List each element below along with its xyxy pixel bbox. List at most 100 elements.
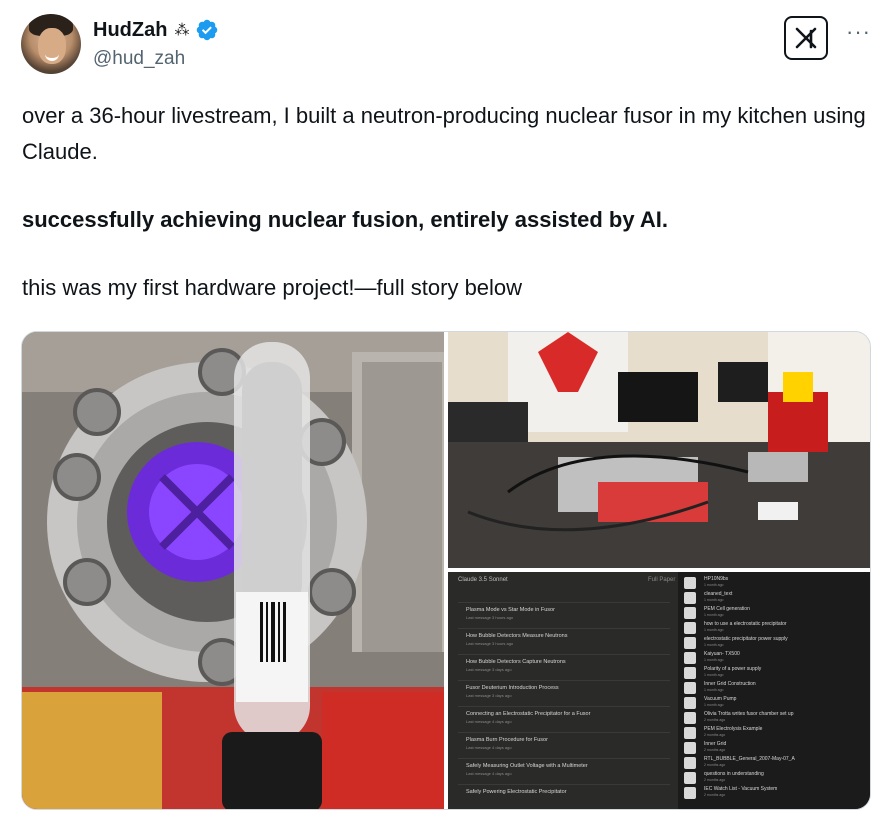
workbench-illustration — [448, 332, 870, 568]
chat-list-item: How Bubble Detectors Measure Neutrons La… — [458, 628, 670, 649]
file-item-subtitle: 1 month ago — [704, 598, 724, 602]
chat-item-subtitle: Last message 4 days ago — [466, 719, 512, 724]
tweet-card: HudZah ⁂ @hud_zah ··· over a 36-hour liv… — [0, 0, 894, 836]
tweet-text-bold-line: successfully achieving nuclear fusion, e… — [22, 207, 668, 232]
media-grid: Claude 3.5 Sonnet Full Paper Plasma Mode… — [21, 331, 871, 810]
chat-item-title: Plasma Burn Procedure for Fusor — [466, 737, 548, 743]
document-icon — [684, 607, 696, 619]
file-list-item: Inner Grid Construction 1 month ago — [684, 681, 864, 695]
file-item-title: cleaned_text — [704, 591, 733, 597]
file-item-subtitle: 2 months ago — [704, 733, 726, 737]
file-list-item: questions in understanding 2 months ago — [684, 771, 864, 785]
file-list-item: PEM Cell generation 1 month ago — [684, 606, 864, 620]
file-list-item: cleaned_text 1 month ago — [684, 591, 864, 605]
file-list-item: HP10N9bs 1 month ago — [684, 576, 864, 590]
document-icon — [684, 772, 696, 784]
file-item-subtitle: 1 month ago — [704, 628, 724, 632]
tweet-text-line: this was my first hardware project!—full… — [22, 275, 523, 300]
file-item-title: IEC Watch List - Vacuum System — [704, 786, 778, 792]
file-item-subtitle: 2 months ago — [704, 793, 726, 797]
grok-button[interactable] — [784, 16, 828, 60]
file-item-title: RTL_BUBBLE_General_2007-May-07_A — [704, 756, 795, 762]
file-list-item: Olivia Trotta writes fusor chamber set u… — [684, 711, 864, 725]
chat-item-title: Plasma Mode vs Star Mode in Fusor — [466, 607, 555, 613]
file-item-title: Olivia Trotta writes fusor chamber set u… — [704, 711, 794, 717]
chat-list-item: How Bubble Detectors Capture Neutrons La… — [458, 654, 670, 675]
document-icon — [684, 697, 696, 709]
file-item-title: PEM Cell generation — [704, 606, 750, 612]
file-list-item: RTL_BUBBLE_General_2007-May-07_A 2 month… — [684, 756, 864, 770]
tweet-text: over a 36-hour livestream, I built a neu… — [22, 98, 872, 306]
file-item-title: Polarity of a power supply — [704, 666, 762, 672]
file-item-subtitle: 2 months ago — [704, 718, 726, 722]
chat-item-subtitle: Last message 4 days ago — [466, 771, 512, 776]
chat-item-subtitle: Last message 3 days ago — [466, 693, 512, 698]
document-icon — [684, 652, 696, 664]
file-item-subtitle: 1 month ago — [704, 658, 724, 662]
file-item-subtitle: 1 month ago — [704, 703, 724, 707]
file-item-title: electrostatic precipitator power supply — [704, 636, 788, 642]
document-icon — [684, 637, 696, 649]
document-icon — [684, 622, 696, 634]
chat-item-title: How Bubble Detectors Measure Neutrons — [466, 633, 568, 639]
avatar[interactable] — [21, 14, 81, 74]
photo-claude-screenshot[interactable]: Claude 3.5 Sonnet Full Paper Plasma Mode… — [448, 572, 870, 809]
photo-workbench[interactable] — [448, 332, 870, 568]
chat-list-pane: Claude 3.5 Sonnet Full Paper Plasma Mode… — [448, 572, 678, 809]
document-icon — [684, 757, 696, 769]
file-item-subtitle: 1 month ago — [704, 643, 724, 647]
file-item-title: Vacuum Pump — [704, 696, 737, 702]
file-item-title: Inner Grid Construction — [704, 681, 756, 687]
chat-item-subtitle: Last message 4 days ago — [466, 745, 512, 750]
file-item-title: questions in understanding — [704, 771, 764, 777]
chat-item-subtitle: Last message 3 hours ago — [466, 615, 514, 620]
chat-item-title: How Bubble Detectors Capture Neutrons — [466, 659, 566, 665]
file-item-subtitle: 1 month ago — [704, 583, 724, 587]
document-icon — [684, 742, 696, 754]
file-item-subtitle: 2 months ago — [704, 748, 726, 752]
display-name[interactable]: HudZah — [93, 19, 167, 42]
document-icon — [684, 667, 696, 679]
file-list-item: IEC Watch List - Vacuum System 2 months … — [684, 786, 864, 800]
file-list-item: Polarity of a power supply 1 month ago — [684, 666, 864, 680]
author-handle[interactable]: @hud_zah — [93, 48, 185, 70]
name-emoji: ⁂ — [174, 22, 190, 39]
file-item-subtitle: 1 month ago — [704, 613, 724, 617]
verified-badge-icon[interactable] — [195, 18, 219, 42]
file-item-subtitle: 1 month ago — [704, 688, 724, 692]
chat-pane-header: Claude 3.5 Sonnet — [458, 577, 508, 583]
chat-list-item: Fusor Deuterium Introduction Process Las… — [458, 680, 670, 701]
author-name-row: HudZah ⁂ — [93, 18, 219, 42]
more-options-icon[interactable]: ··· — [846, 21, 871, 43]
chat-item-title: Safely Measuring Outlet Voltage with a M… — [466, 763, 588, 769]
file-list-item: Kaiyuan- TX500 1 month ago — [684, 651, 864, 665]
file-list-item: Vacuum Pump 1 month ago — [684, 696, 864, 710]
document-icon — [684, 712, 696, 724]
chat-list-item: Plasma Burn Procedure for Fusor Last mes… — [458, 732, 670, 753]
grok-icon — [795, 27, 817, 49]
chat-item-subtitle: Last message 3 days ago — [466, 667, 512, 672]
document-icon — [684, 727, 696, 739]
file-item-subtitle: 1 month ago — [704, 673, 724, 677]
chat-list-item: Safely Powering Electrostatic Precipitat… — [458, 784, 670, 805]
file-item-title: how to use a electrostatic precipitator — [704, 621, 787, 627]
file-item-title: Kaiyuan- TX500 — [704, 651, 740, 657]
file-item-title: Inner Grid — [704, 741, 727, 747]
chat-list-item: Connecting an Electrostatic Precipitator… — [458, 706, 670, 727]
document-icon — [684, 787, 696, 799]
photo-fusor-viewport[interactable] — [22, 332, 444, 809]
file-list-pane: HP10N9bs 1 month ago cleaned_text 1 mont… — [678, 572, 870, 809]
file-item-subtitle: 2 months ago — [704, 763, 726, 767]
file-list-item: Inner Grid 2 months ago — [684, 741, 864, 755]
document-icon — [684, 592, 696, 604]
file-list-item: how to use a electrostatic precipitator … — [684, 621, 864, 635]
document-icon — [684, 682, 696, 694]
chat-item-title: Connecting an Electrostatic Precipitator… — [466, 711, 591, 717]
file-list-item: electrostatic precipitator power supply … — [684, 636, 864, 650]
file-item-subtitle: 2 months ago — [704, 778, 726, 782]
document-icon — [684, 577, 696, 589]
fusor-viewport-illustration — [22, 332, 444, 809]
chat-item-title: Fusor Deuterium Introduction Process — [466, 685, 559, 691]
file-item-title: PEM Electrolysis Example — [704, 726, 763, 732]
chat-pane-header-link: Full Paper — [648, 577, 676, 583]
